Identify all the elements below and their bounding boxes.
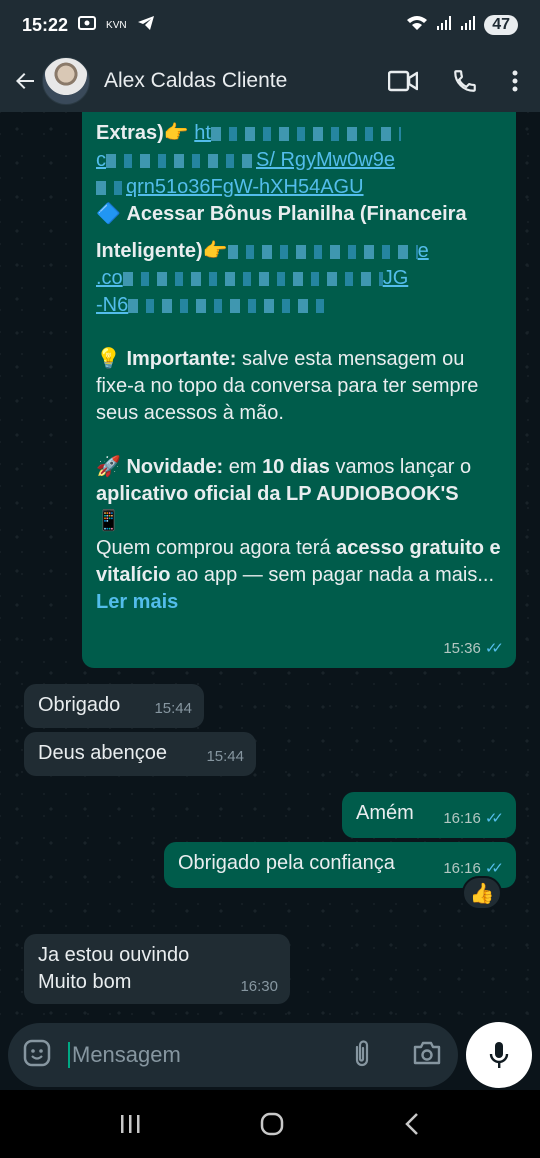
message-bubble-outgoing[interactable]: Extras)👉 ht c S/ RgyMw0w9e qrn51o36FgW-hX… (82, 112, 516, 668)
message-text: Obrigado (38, 694, 121, 716)
message-time: 15:44 (154, 700, 192, 717)
rocket-icon: 🚀 (96, 456, 121, 478)
message-input[interactable]: Mensagem (68, 1042, 181, 1068)
microphone-icon (489, 1042, 509, 1068)
text-bold: Importante: (126, 348, 237, 370)
text-bold: aplicativo oficial da LP AUDIOBOOK'S (96, 483, 459, 505)
message-text: Obrigado pela confiança (178, 852, 395, 874)
link[interactable]: S/ RgyMw0w9e (256, 149, 395, 171)
lightbulb-icon: 💡 (96, 348, 121, 370)
message-time: 16:30 (240, 978, 278, 995)
signal-icon (436, 15, 452, 36)
message-text: ao app — sem pagar nada a mais... (170, 564, 494, 586)
link[interactable]: .co (96, 267, 123, 289)
redacted-link (122, 271, 383, 286)
link[interactable]: e (418, 240, 429, 262)
telegram-icon (137, 15, 155, 36)
signal-icon-2 (460, 15, 476, 36)
redacted-link (227, 244, 418, 259)
status-time: 15:22 (22, 14, 69, 35)
home-icon[interactable] (259, 1111, 285, 1137)
message-text: Amém (356, 802, 414, 824)
recent-apps-icon[interactable] (118, 1113, 142, 1135)
message-text: vamos lançar o (329, 456, 472, 478)
back-arrow-icon[interactable] (12, 68, 38, 94)
contact-avatar[interactable] (42, 57, 90, 105)
text-bold: Acessar Bônus Planilha (Financeira (126, 203, 467, 225)
back-nav-icon[interactable] (402, 1111, 422, 1137)
attach-icon[interactable] (352, 1038, 372, 1073)
phone-call-icon[interactable] (452, 68, 478, 94)
message-bubble-outgoing[interactable]: Amém 16:16 ✓✓ (342, 792, 516, 838)
message-composer: Mensagem (0, 1020, 540, 1090)
read-ticks-icon: ✓✓ (484, 810, 504, 827)
redacted-link (96, 180, 126, 195)
message-input-box[interactable]: Mensagem (8, 1023, 459, 1087)
link[interactable]: JG (383, 267, 409, 289)
text-bold: Novidade: (126, 456, 224, 478)
message-bubble-incoming[interactable]: Obrigado 15:44 (24, 684, 204, 728)
camera-icon[interactable] (412, 1040, 442, 1071)
mobile-phone-icon: 📱 (96, 510, 121, 532)
chat-area[interactable]: Extras)👉 ht c S/ RgyMw0w9e qrn51o36FgW-hX… (0, 112, 540, 1020)
contact-name[interactable]: Alex Caldas Cliente (104, 69, 287, 93)
text-bold: Inteligente)👉 (96, 240, 228, 262)
message-text: em (223, 456, 263, 478)
screenshot-icon (78, 15, 97, 36)
link[interactable]: qrn51o36FgW-hXH54AGU (126, 176, 364, 198)
wifi-icon (406, 15, 428, 36)
message-bubble-incoming[interactable]: Ja estou ouvindo Muito bom 16:30 (24, 934, 290, 1004)
vpn-label: KVN (106, 19, 127, 31)
message-time: 15:44 (206, 748, 244, 765)
message-text: Deus abençoe (38, 742, 167, 764)
read-ticks-icon: ✓✓ (484, 640, 504, 657)
link[interactable]: -N6 (96, 294, 128, 316)
message-text: Ja estou ouvindo (38, 944, 190, 966)
sticker-icon[interactable] (22, 1038, 52, 1073)
redacted-link (128, 298, 329, 313)
link[interactable]: c (96, 149, 106, 171)
microphone-button[interactable] (466, 1022, 532, 1088)
status-bar: 15:22 KVN 47 (0, 0, 540, 50)
message-bubble-incoming[interactable]: Deus abençoe 15:44 (24, 732, 256, 776)
redacted-link (210, 126, 401, 141)
system-nav-bar (0, 1090, 540, 1158)
video-call-icon[interactable] (388, 70, 418, 92)
battery-level: 47 (484, 15, 518, 35)
read-more-link[interactable]: Ler mais (96, 591, 178, 613)
text-bold: Extras)👉 (96, 122, 189, 144)
link[interactable]: ht (194, 122, 211, 144)
chat-header: Alex Caldas Cliente (0, 50, 540, 112)
more-options-icon[interactable] (512, 69, 518, 93)
text-bold: 10 dias (262, 456, 330, 478)
message-time: 15:36 (443, 640, 481, 657)
redacted-link (106, 153, 256, 168)
reaction-thumbs-up[interactable]: 👍 (462, 876, 502, 910)
message-bubble-outgoing[interactable]: Obrigado pela confiança 16:16 ✓✓ (164, 842, 516, 888)
message-time: 16:16 (443, 810, 481, 827)
diamond-icon: 🔷 (96, 203, 121, 225)
message-text: Quem comprou agora terá (96, 537, 337, 559)
